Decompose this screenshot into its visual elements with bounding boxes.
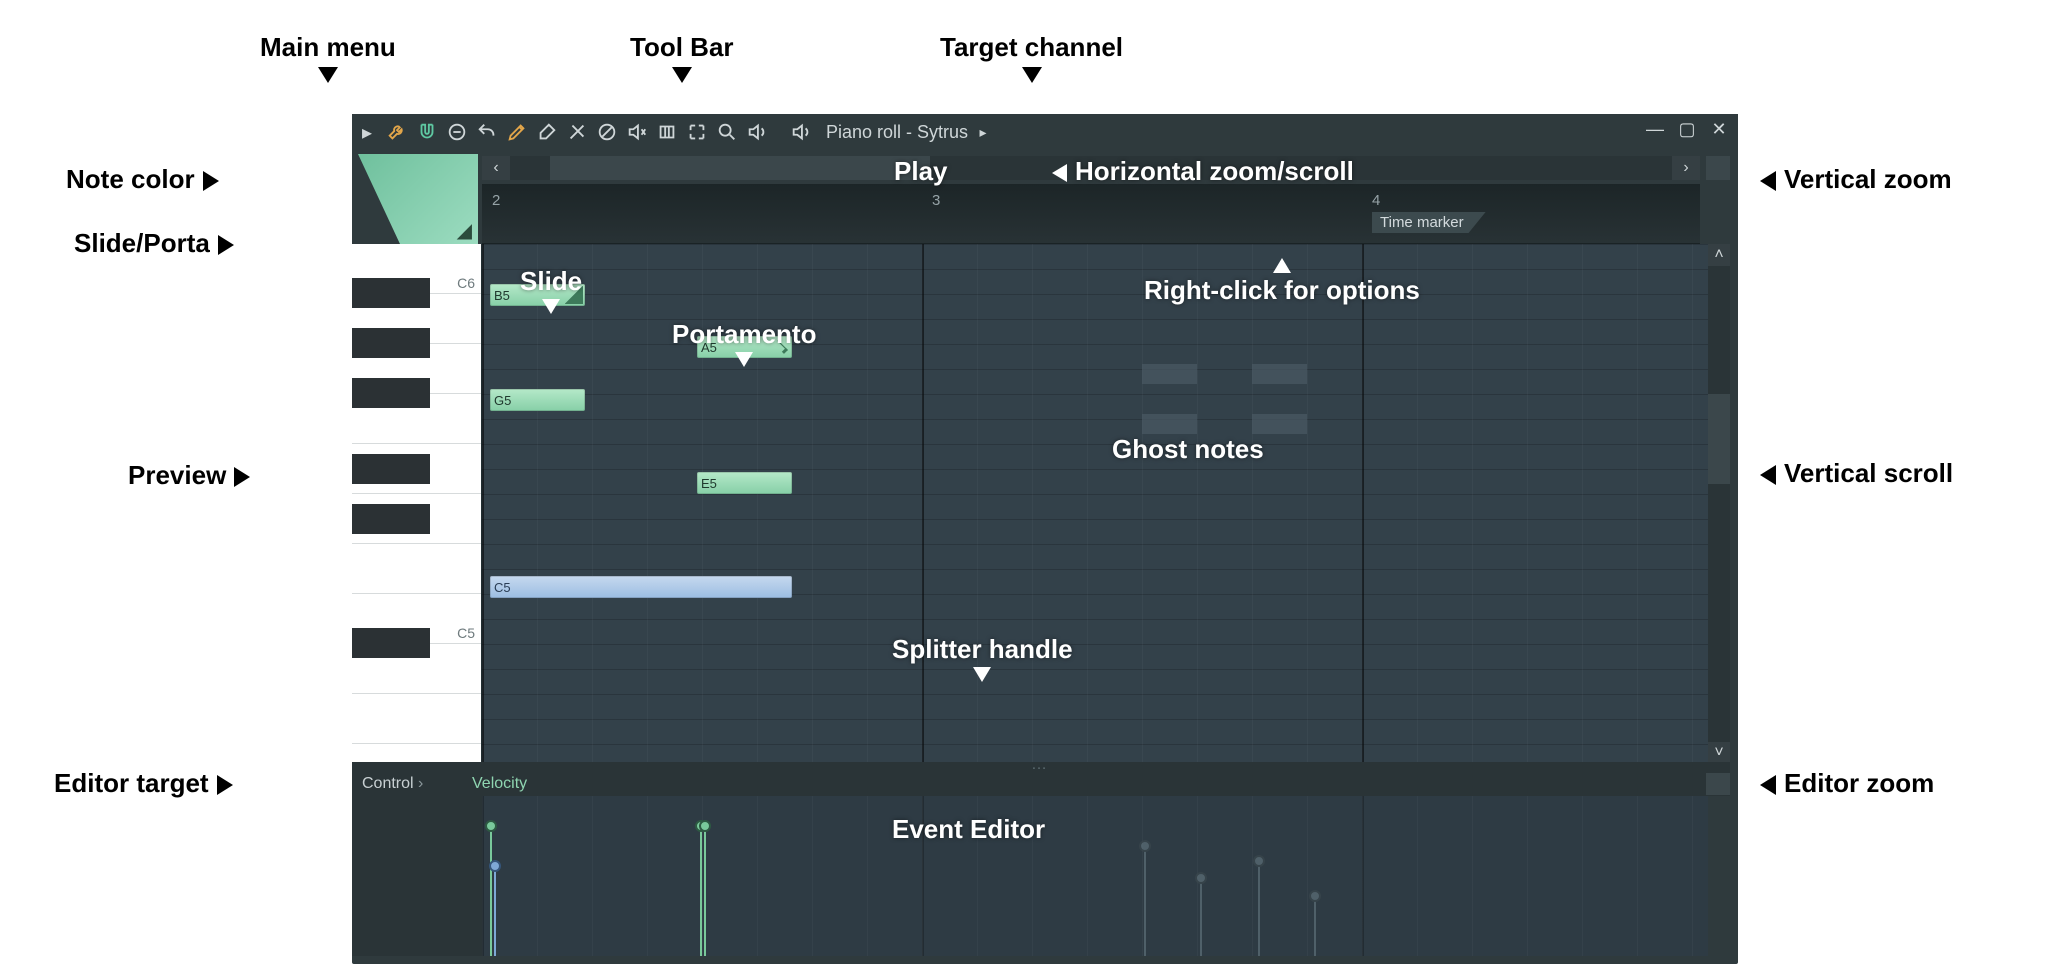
- paint-brush-icon[interactable]: [532, 117, 562, 147]
- minimize-button[interactable]: —: [1644, 118, 1666, 140]
- zoom-icon[interactable]: [712, 117, 742, 147]
- ann-tool-bar: Tool Bar: [630, 32, 734, 83]
- select-icon[interactable]: [682, 117, 712, 147]
- disable-circle-icon[interactable]: [592, 117, 622, 147]
- window-title: Piano roll - Sytrus: [826, 122, 968, 143]
- event-editor-header: Control Velocity: [352, 772, 1730, 796]
- time-marker[interactable]: Time marker: [1372, 212, 1486, 233]
- ghost-note: [1252, 414, 1307, 434]
- draw-pencil-icon[interactable]: [502, 117, 532, 147]
- wann-ghost-notes: Ghost notes: [1112, 434, 1264, 465]
- ann-preview: Preview: [128, 460, 250, 491]
- time-marker-label: Time marker: [1372, 212, 1486, 233]
- ann-target-channel: Target channel: [940, 32, 1123, 83]
- ann-vertical-zoom: Vertical zoom: [1760, 164, 1952, 195]
- undo-icon[interactable]: [472, 117, 502, 147]
- piano-keyboard[interactable]: C6 C5: [352, 244, 482, 764]
- vertical-scrollbar[interactable]: ˄ ˅: [1708, 244, 1730, 764]
- vertical-scroll-thumb[interactable]: [1708, 394, 1730, 484]
- timeline-ruler[interactable]: 2 3 4 Time marker: [482, 184, 1700, 244]
- tool-wrench-icon[interactable]: [382, 117, 412, 147]
- wann-event-editor: Event Editor: [892, 814, 1045, 845]
- ann-main-menu: Main menu: [260, 32, 396, 83]
- bar-number: 2: [492, 192, 500, 209]
- note-g5[interactable]: G5: [490, 389, 585, 411]
- ghost-note: [1142, 414, 1197, 434]
- wann-slide: Slide: [520, 266, 582, 314]
- editor-parameter-label: Velocity: [472, 775, 527, 793]
- ann-slide-porta: Slide/Porta: [74, 228, 234, 259]
- wann-play: Play: [894, 156, 948, 187]
- splitter-handle[interactable]: [352, 762, 1730, 772]
- target-channel-audio-icon[interactable]: [786, 117, 816, 147]
- note-label: G5: [494, 393, 511, 408]
- event-editor[interactable]: [482, 796, 1708, 956]
- wann-splitter: Splitter handle: [892, 634, 1073, 682]
- ghost-note: [1252, 364, 1307, 384]
- editor-target-selector[interactable]: Control: [352, 775, 472, 793]
- wann-portamento: Portamento: [672, 319, 816, 367]
- note-label: E5: [701, 476, 717, 491]
- vscroll-up-button[interactable]: ˄: [1708, 244, 1730, 266]
- hscroll-right-button[interactable]: ›: [1672, 156, 1700, 180]
- close-button[interactable]: ✕: [1708, 118, 1730, 140]
- vscroll-down-button[interactable]: ˅: [1708, 742, 1730, 764]
- ann-note-color: Note color: [66, 164, 219, 195]
- bar-number: 3: [932, 192, 940, 209]
- ann-editor-zoom: Editor zoom: [1760, 768, 1934, 799]
- piano-roll-window: ▸ Piano roll - Sytrus ▸ — ▢ ✕ ◢ ‹ ›: [352, 114, 1738, 964]
- mute-icon[interactable]: [622, 117, 652, 147]
- ann-editor-target: Editor target: [54, 768, 233, 799]
- snap-magnet-icon[interactable]: [412, 117, 442, 147]
- note-color-selector[interactable]: ◢: [358, 154, 478, 244]
- main-menu-button[interactable]: ▸: [352, 117, 382, 147]
- key-label-c5: C5: [457, 625, 475, 641]
- note-label: B5: [494, 288, 510, 303]
- slice-icon[interactable]: [562, 117, 592, 147]
- event-editor-gutter: [352, 796, 482, 956]
- playback-icon[interactable]: [742, 117, 772, 147]
- bar-number: 4: [1372, 192, 1380, 209]
- slide-porta-toggle-icon[interactable]: ◢: [446, 218, 472, 238]
- slip-icon[interactable]: [652, 117, 682, 147]
- wann-right-click: Right-click for options: [1144, 258, 1420, 306]
- piano-roll-body: C6 C5 B5 G5 A5: [352, 244, 1730, 764]
- hscroll-left-button[interactable]: ‹: [482, 156, 510, 180]
- horizontal-scroll-thumb[interactable]: [550, 156, 930, 180]
- ghost-note: [1142, 364, 1197, 384]
- target-channel-selector[interactable]: ▸: [968, 117, 998, 147]
- editor-zoom-handle[interactable]: [1706, 773, 1730, 795]
- note-c5[interactable]: C5: [490, 576, 792, 598]
- note-grid[interactable]: B5 G5 A5 E5 C5: [482, 244, 1730, 764]
- vertical-zoom-handle[interactable]: [1706, 156, 1730, 180]
- maximize-button[interactable]: ▢: [1676, 118, 1698, 140]
- note-label: C5: [494, 580, 511, 595]
- ann-vertical-scroll: Vertical scroll: [1760, 458, 1953, 489]
- note-e5[interactable]: E5: [697, 472, 792, 494]
- toolbar: ▸ Piano roll - Sytrus ▸ — ▢ ✕: [352, 114, 1738, 150]
- key-label-c6: C6: [457, 275, 475, 291]
- wann-hzoom: Horizontal zoom/scroll: [1052, 156, 1354, 187]
- options-circle-icon[interactable]: [442, 117, 472, 147]
